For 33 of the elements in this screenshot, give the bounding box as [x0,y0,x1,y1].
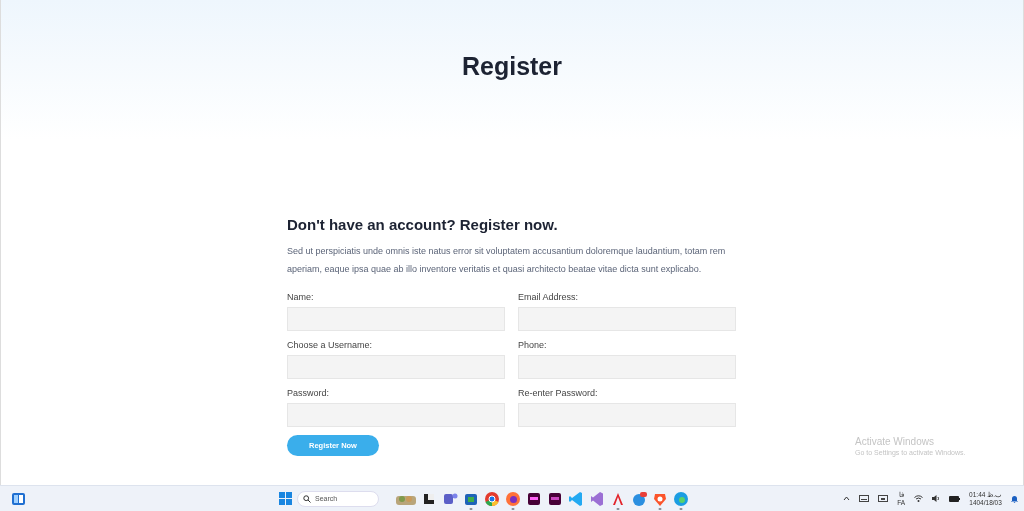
chrome-icon[interactable] [484,490,500,507]
wifi-icon[interactable] [914,495,924,502]
start-icon[interactable] [279,492,292,505]
widgets-icon[interactable] [12,492,25,505]
intro-text: Sed ut perspiciatis unde omnis iste natus error sit voluptatem accusantium doloremque laudantium, totam rem aperiam, eaque ipsa quae ab illo inventore veritatis et quasi architecto beatae vitae dicta sunt explicabo. [287,245,727,276]
edge-icon[interactable] [673,490,689,507]
activation-title: Activate Windows [855,436,935,447]
input-field[interactable] [518,355,736,379]
input-field[interactable] [287,355,505,379]
form-heading: Don't have an account? Register now. [287,216,559,233]
vscode-icon[interactable] [568,490,584,507]
firefox-icon[interactable] [505,490,521,507]
field-label: Phone: [518,340,548,350]
chevron-up-icon[interactable] [843,496,851,501]
field-label: Password: [287,388,331,398]
tablet-icon[interactable] [878,495,889,502]
keyboard-icon[interactable] [859,495,870,502]
battery-icon[interactable] [949,495,961,502]
chat-app-icon[interactable] [631,490,647,507]
field-label: Choose a Username: [287,340,374,350]
field-label: Re-enter Password: [518,388,599,398]
field-label: Email Address: [518,292,580,302]
field-label: Name: [287,292,315,302]
page-title: Register [461,52,562,82]
visual-studio-icon[interactable] [589,490,605,507]
dreamweaver-icon[interactable] [526,490,542,507]
input-field[interactable] [287,403,505,427]
input-field[interactable] [518,403,736,427]
input-field[interactable] [287,307,505,331]
input-field[interactable] [518,307,736,331]
speaker-icon[interactable] [932,495,941,502]
xd-icon[interactable] [547,490,563,507]
notification-bell-icon[interactable] [1011,494,1018,503]
